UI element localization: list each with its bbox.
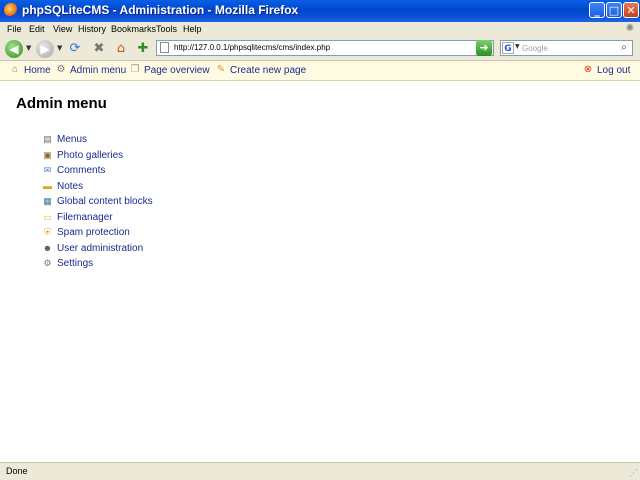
search-engine-dropdown-icon[interactable]: ▼ — [515, 43, 520, 50]
menu-view[interactable]: View — [53, 24, 72, 34]
menu-bar: File Edit View History Bookmarks Tools H… — [0, 22, 640, 38]
page-title: Admin menu — [16, 95, 107, 112]
admin-menu-list: ▤ Menus ▣ Photo galleries ✉ Comments ▬ N… — [42, 132, 153, 272]
forward-button[interactable]: ▶ — [36, 40, 54, 58]
log-out-link[interactable]: ⊗ Log out — [582, 64, 631, 76]
folder-icon: ▭ — [43, 211, 52, 222]
maximize-button[interactable]: □ — [606, 2, 622, 18]
stop-icon[interactable]: ✖ — [90, 40, 108, 58]
admin-menu-link[interactable]: ⚙ Admin menu — [55, 64, 127, 76]
admin-item-menus[interactable]: ▤ Menus — [42, 132, 153, 148]
close-button[interactable]: ✕ — [623, 2, 639, 18]
menu-list-icon: ▤ — [43, 134, 52, 145]
logout-icon: ⊗ — [583, 64, 593, 75]
create-new-page-link[interactable]: ✎ Create new page — [215, 64, 306, 76]
resize-grip-icon[interactable]: ⋰ — [629, 469, 638, 479]
reload-icon[interactable]: ⟳ — [66, 40, 84, 58]
notes-icon: ▬ — [43, 180, 52, 191]
menu-history[interactable]: History — [78, 24, 106, 34]
user-icon: ☻ — [42, 242, 53, 253]
admin-item-notes[interactable]: ▬ Notes — [42, 179, 153, 195]
admin-item-comments[interactable]: ✉ Comments — [42, 163, 153, 179]
window-title-bar[interactable]: phpSQLiteCMS - Administration - Mozilla … — [0, 0, 640, 22]
window-title: phpSQLiteCMS - Administration - Mozilla … — [22, 3, 299, 17]
page-icon — [160, 42, 169, 53]
menu-tools[interactable]: Tools — [156, 24, 177, 34]
navigation-toolbar: ◀ ▼ ▶ ▼ ⟳ ✖ ⌂ ✚ http://127.0.0.1/phpsqli… — [0, 38, 640, 61]
gear-icon: ⚙ — [43, 258, 52, 269]
content-blocks-icon: ▦ — [43, 196, 52, 207]
home-icon: ⌂ — [11, 64, 19, 75]
admin-item-filemanager[interactable]: ▭ Filemanager — [42, 210, 153, 226]
minimize-button[interactable]: _ — [589, 2, 605, 18]
url-text: http://127.0.0.1/phpsqlitecms/cms/index.… — [174, 43, 331, 52]
back-button[interactable]: ◀ — [5, 40, 23, 58]
admin-item-settings[interactable]: ⚙ Settings — [42, 256, 153, 272]
shield-icon: ⛨ — [44, 227, 51, 238]
bookmark-add-icon[interactable]: ✚ — [134, 40, 152, 58]
page-overview-link[interactable]: ❐ Page overview — [129, 64, 210, 76]
admin-item-user-administration[interactable]: ☻ User administration — [42, 241, 153, 257]
photos-icon: ▣ — [43, 149, 52, 160]
menu-help[interactable]: Help — [183, 24, 202, 34]
search-icon[interactable]: ⌕ — [617, 42, 631, 54]
address-bar[interactable]: http://127.0.0.1/phpsqlitecms/cms/index.… — [156, 40, 494, 56]
home-link[interactable]: ⌂ Home — [9, 64, 51, 76]
go-button[interactable]: ➜ — [476, 40, 492, 56]
cms-toolbar: ⌂ Home ⚙ Admin menu ❐ Page overview ✎ Cr… — [0, 61, 640, 81]
firefox-icon — [4, 3, 18, 17]
back-history-dropdown-icon[interactable]: ▼ — [26, 44, 31, 52]
admin-item-photo-galleries[interactable]: ▣ Photo galleries — [42, 148, 153, 164]
comments-icon: ✉ — [43, 165, 52, 176]
forward-history-dropdown-icon[interactable]: ▼ — [57, 44, 62, 52]
menu-file[interactable]: File — [7, 24, 22, 34]
google-icon[interactable]: G — [502, 42, 514, 54]
home-icon[interactable]: ⌂ — [112, 40, 130, 58]
menu-bookmarks[interactable]: Bookmarks — [111, 24, 156, 34]
menu-edit[interactable]: Edit — [29, 24, 45, 34]
gear-icon: ⚙ — [56, 64, 66, 75]
page-content: Admin menu ▤ Menus ▣ Photo galleries ✉ C… — [0, 81, 640, 461]
new-page-icon: ✎ — [216, 64, 226, 75]
admin-item-spam-protection[interactable]: ⛨ Spam protection — [42, 225, 153, 241]
pages-icon: ❐ — [130, 64, 140, 75]
status-text: Done — [6, 466, 28, 476]
search-input[interactable] — [522, 42, 614, 54]
search-box[interactable]: G ▼ ⌕ — [500, 40, 633, 56]
status-bar: Done ⋰ — [0, 462, 640, 480]
admin-item-global-content-blocks[interactable]: ▦ Global content blocks — [42, 194, 152, 210]
throbber-icon: ✺ — [625, 23, 635, 34]
